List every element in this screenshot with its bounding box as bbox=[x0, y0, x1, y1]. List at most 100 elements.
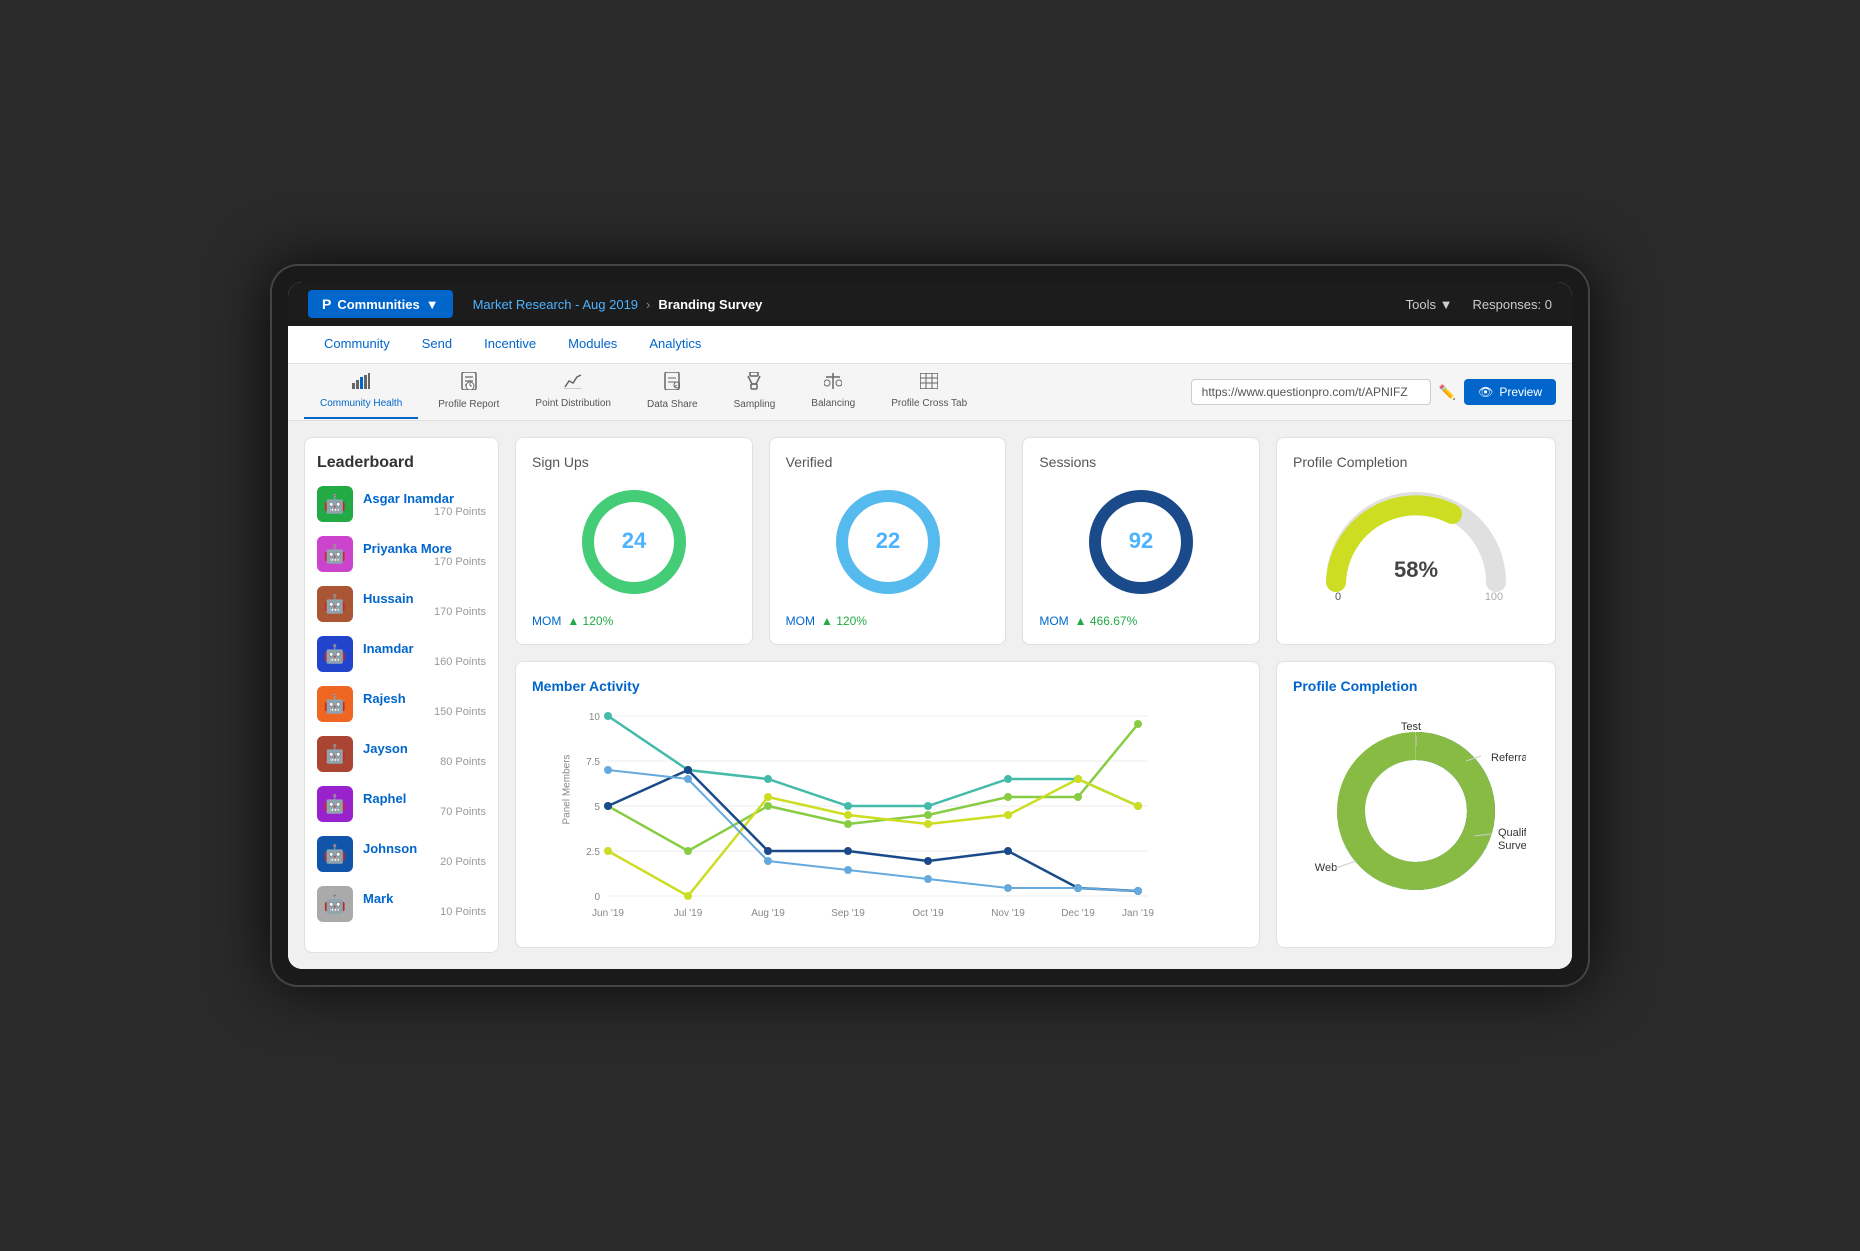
svg-text:Oct '19: Oct '19 bbox=[912, 908, 944, 919]
nav-bar: Community Send Incentive Modules Analyti… bbox=[288, 326, 1572, 364]
leader-points: 170 Points bbox=[363, 506, 486, 518]
toolbar-profile-cross-tab-label: Profile Cross Tab bbox=[891, 398, 967, 409]
verified-mom-label: MOM bbox=[786, 614, 815, 628]
toolbar-profile-cross-tab[interactable]: Profile Cross Tab bbox=[875, 365, 983, 419]
svg-text:Jun '19: Jun '19 bbox=[592, 908, 624, 919]
right-content: Sign Ups 24 MOM 120% bbox=[515, 437, 1556, 953]
community-health-icon bbox=[352, 373, 370, 394]
toolbar-sampling[interactable]: Sampling bbox=[718, 364, 792, 420]
list-item: 🤖 Rajesh 150 Points bbox=[317, 686, 486, 722]
sessions-mom-label: MOM bbox=[1039, 614, 1068, 628]
svg-text:Referral: Referral bbox=[1491, 752, 1526, 764]
svg-text:Test: Test bbox=[1401, 721, 1421, 733]
svg-text:Web: Web bbox=[1315, 862, 1337, 874]
tools-button[interactable]: Tools ▼ bbox=[1406, 297, 1453, 312]
leader-name: Inamdar bbox=[363, 641, 486, 656]
svg-text:Jan '19: Jan '19 bbox=[1122, 908, 1154, 919]
responses-count: Responses: 0 bbox=[1473, 297, 1553, 312]
donut-area: Test Referral Qualifying Survey Web bbox=[1293, 706, 1539, 906]
member-activity-card: Member Activity Panel Members bbox=[515, 661, 1260, 948]
svg-text:0: 0 bbox=[594, 892, 600, 903]
gauge-container: 58% 0 100 bbox=[1293, 482, 1539, 602]
communities-logo: P bbox=[322, 296, 331, 312]
nav-send[interactable]: Send bbox=[406, 326, 468, 363]
svg-text:Jul '19: Jul '19 bbox=[674, 908, 703, 919]
svg-text:Aug '19: Aug '19 bbox=[751, 908, 785, 919]
preview-label: Preview bbox=[1499, 385, 1542, 399]
svg-text:92: 92 bbox=[1129, 528, 1153, 553]
verified-donut: 22 bbox=[786, 482, 990, 602]
breadcrumb-current: Branding Survey bbox=[658, 297, 762, 312]
y-axis-label: Panel Members bbox=[562, 754, 573, 824]
nav-community[interactable]: Community bbox=[308, 326, 406, 363]
verified-card: Verified 22 MOM 120% bbox=[769, 437, 1007, 645]
sign-ups-footer: MOM 120% bbox=[532, 614, 613, 628]
avatar: 🤖 bbox=[317, 636, 353, 672]
toolbar-balancing[interactable]: Balancing bbox=[795, 365, 871, 419]
member-activity-title: Member Activity bbox=[532, 678, 1243, 694]
leader-name: Priyanka More bbox=[363, 541, 486, 556]
svg-text:Dec '19: Dec '19 bbox=[1061, 908, 1095, 919]
point-distribution-icon bbox=[564, 373, 582, 394]
stats-row: Sign Ups 24 MOM 120% bbox=[515, 437, 1556, 645]
leader-name: Hussain bbox=[363, 591, 486, 606]
svg-text:100: 100 bbox=[1485, 591, 1503, 602]
svg-text:Qualifying: Qualifying bbox=[1498, 827, 1526, 839]
avatar: 🤖 bbox=[317, 886, 353, 922]
communities-button[interactable]: P Communities ▼ bbox=[308, 290, 453, 318]
leader-name: Raphel bbox=[363, 791, 486, 806]
leader-points: 70 Points bbox=[363, 806, 486, 818]
leader-name: Asgar Inamdar bbox=[363, 491, 486, 506]
top-bar: P Communities ▼ Market Research - Aug 20… bbox=[288, 282, 1572, 326]
sampling-icon bbox=[746, 372, 762, 395]
preview-button[interactable]: 👁 Preview bbox=[1464, 379, 1556, 405]
toolbar-data-share[interactable]: Data Share bbox=[631, 364, 714, 420]
avatar: 🤖 bbox=[317, 486, 353, 522]
edit-icon[interactable]: ✏️ bbox=[1439, 384, 1456, 401]
toolbar-profile-report-label: Profile Report bbox=[438, 399, 499, 410]
leader-info: Hussain 170 Points bbox=[363, 591, 486, 618]
toolbar-data-share-label: Data Share bbox=[647, 399, 698, 410]
sign-ups-mom-label: MOM bbox=[532, 614, 561, 628]
leader-points: 170 Points bbox=[363, 606, 486, 618]
list-item: 🤖 Mark 10 Points bbox=[317, 886, 486, 922]
leader-points: 80 Points bbox=[363, 756, 486, 768]
toolbar-profile-report[interactable]: Profile Report bbox=[422, 364, 515, 420]
leader-points: 160 Points bbox=[363, 656, 486, 668]
avatar: 🤖 bbox=[317, 686, 353, 722]
svg-text:10: 10 bbox=[589, 712, 601, 723]
verified-title: Verified bbox=[786, 454, 833, 470]
nav-incentive[interactable]: Incentive bbox=[468, 326, 552, 363]
list-item: 🤖 Johnson 20 Points bbox=[317, 836, 486, 872]
eye-icon: 👁 bbox=[1478, 385, 1493, 399]
breadcrumb-link[interactable]: Market Research - Aug 2019 bbox=[473, 297, 638, 312]
donut-chart-svg: Test Referral Qualifying Survey Web bbox=[1306, 706, 1526, 906]
main-content: Leaderboard 🤖 Asgar Inamdar 170 Points 🤖… bbox=[288, 421, 1572, 969]
breadcrumb: Market Research - Aug 2019 › Branding Su… bbox=[473, 297, 763, 312]
url-input[interactable] bbox=[1191, 379, 1431, 405]
svg-text:22: 22 bbox=[875, 528, 899, 553]
leader-info: Mark 10 Points bbox=[363, 891, 486, 918]
svg-text:2.5: 2.5 bbox=[586, 847, 600, 858]
sign-ups-donut: 24 bbox=[532, 482, 736, 602]
sessions-footer: MOM 466.67% bbox=[1039, 614, 1137, 628]
toolbar-point-distribution[interactable]: Point Distribution bbox=[519, 365, 627, 419]
leader-points: 10 Points bbox=[363, 906, 486, 918]
nav-analytics[interactable]: Analytics bbox=[633, 326, 717, 363]
line-chart-svg: 10 7.5 5 2.5 0 Jun '19 Jul '19 Aug '19 S… bbox=[568, 706, 1168, 926]
data-share-icon bbox=[664, 372, 680, 395]
profile-completion-card: Profile Completion 58% 0 100 bbox=[1276, 437, 1556, 645]
svg-text:5: 5 bbox=[594, 802, 600, 813]
leader-points: 170 Points bbox=[363, 556, 486, 568]
toolbar-community-health[interactable]: Community Health bbox=[304, 365, 418, 419]
verified-footer: MOM 120% bbox=[786, 614, 867, 628]
nav-modules[interactable]: Modules bbox=[552, 326, 633, 363]
profile-report-icon bbox=[461, 372, 477, 395]
list-item: 🤖 Inamdar 160 Points bbox=[317, 636, 486, 672]
leader-info: Rajesh 150 Points bbox=[363, 691, 486, 718]
list-item: 🤖 Raphel 70 Points bbox=[317, 786, 486, 822]
leader-info: Inamdar 160 Points bbox=[363, 641, 486, 668]
profile-completion-donut-card: Profile Completion bbox=[1276, 661, 1556, 948]
gauge-svg: 58% 0 100 bbox=[1316, 482, 1516, 602]
avatar: 🤖 bbox=[317, 536, 353, 572]
